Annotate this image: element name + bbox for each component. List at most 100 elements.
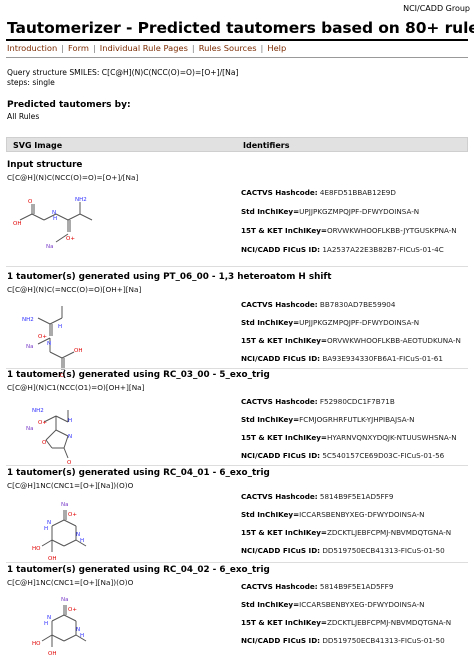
atom-label: Na [61, 502, 69, 508]
block-title: 1 tautomer(s) generated using RC_03_00 -… [7, 370, 270, 380]
ket-inchikey: ORVWKWHOOFLKBB-JYTGUSKPNA-N [326, 226, 457, 235]
ket-inchikey: ORVWKWHOOFLKBB-AEOTUDKUNA-N [326, 336, 461, 345]
atom-label: H [68, 418, 72, 424]
nav-bar: Introduction | Form | Individual Rule Pages |… [7, 43, 286, 53]
id-label: 15T & KET InChIKey= [241, 336, 327, 345]
nav-introduction-link[interactable]: Introduction [7, 43, 57, 53]
id-label: CACTVS Hashcode: [241, 397, 318, 406]
ficus-id: DD519750ECB41313-FICuS-01-50 [322, 546, 445, 555]
atom-label: NH2 [22, 317, 34, 323]
id-label: NCI/CADD FICuS ID: [241, 451, 321, 460]
nav-rule-pages-link[interactable]: Individual Rule Pages [100, 43, 188, 53]
id-label: CACTVS Hashcode: [241, 188, 318, 197]
id-label: NCI/CADD FICuS ID: [241, 354, 321, 363]
atom-label: OH [48, 651, 56, 657]
std-inchikey: UPJJPKGZMPQJPF-DFWYDOINSA-N [299, 318, 420, 327]
atom-label: Na [61, 597, 69, 603]
id-label: NCI/CADD FICuS ID: [241, 546, 321, 555]
atom-label: N [47, 341, 51, 347]
nav-separator: | [92, 43, 96, 53]
std-inchikey: ICCARSBENBYXEG-DFWYDOINSA-N [299, 600, 425, 609]
cactvs-hashcode: 4E8FD51BBAB12E9D [319, 188, 396, 197]
molecule-image: O OH N H NH2 Na O+ [13, 197, 93, 250]
id-label: 15T & KET InChIKey= [241, 226, 327, 235]
ket-inchikey: HYARNVQNXYDQJK-NTUUSWHSNA-N [326, 433, 457, 442]
molecule-image: Na O+ N H N H HO OH [32, 597, 87, 657]
id-label: Std InChIKey= [241, 415, 300, 424]
id-label: NCI/CADD FICuS ID: [241, 636, 321, 645]
atom-label: H [44, 621, 48, 627]
block-divider [6, 465, 468, 466]
cactvs-hashcode: F52980CDC1F7B71B [319, 397, 395, 406]
cactvs-hashcode: 5814B9F5E1AD5FF9 [319, 492, 394, 501]
block-smiles: C[C@H]1NC(CNC1=[O+][Na])(O)O [7, 481, 134, 490]
atom-label: H [53, 216, 57, 222]
page-title: Tautomerizer - Predicted tautomers based… [7, 19, 474, 37]
atom-label: O+ [38, 420, 47, 426]
cactvs-hashcode: 5814B9F5E1AD5FF9 [319, 582, 394, 591]
std-inchikey: ICCARSBENBYXEG-DFWYDOINSA-N [299, 510, 425, 519]
block-smiles: C[C@H](N)C(=NCC(O)=O)[OH+][Na] [7, 285, 142, 294]
ket-inchikey: ZDCKTLJEBFCPMJ-NBVMDQTGNA-N [326, 618, 452, 627]
block-title: 1 tautomer(s) generated using PT_06_00 -… [7, 272, 332, 282]
title-rule [6, 39, 468, 41]
block-title: Input structure [7, 160, 83, 170]
atom-label: N [68, 434, 72, 440]
id-label: NCI/CADD FICuS ID: [241, 245, 321, 254]
query-info: Query structure SMILES: C[C@H](N)C(NCC(O… [7, 68, 238, 88]
atom-label: O+ [38, 334, 47, 340]
atom-label: O [28, 199, 33, 205]
ket-inchikey: ZDCKTLJEBFCPMJ-NBVMDQTGNA-N [326, 528, 452, 537]
atom-label: O+ [68, 512, 77, 518]
id-label: 15T & KET InChIKey= [241, 618, 327, 627]
nav-rules-sources-link[interactable]: Rules Sources [199, 43, 257, 53]
atom-label: H [80, 633, 84, 639]
col-identifiers: Identifiers [243, 141, 290, 150]
nav-help-link[interactable]: Help [267, 43, 286, 53]
predicted-heading: Predicted tautomers by: [7, 100, 131, 110]
atom-label: H [44, 526, 48, 532]
atom-label: H [58, 324, 62, 330]
org-label: NCI/CADD Group [403, 4, 470, 13]
atom-label: HO [32, 546, 41, 552]
atom-label: NH2 [32, 408, 44, 414]
atom-label: OH [74, 348, 82, 354]
nav-separator: | [61, 43, 65, 53]
atom-label: H [80, 538, 84, 544]
ficus-id: 1A2537A22E3B82B7-FICuS-01-4C [322, 245, 444, 254]
nav-separator: | [260, 43, 264, 53]
atom-label: Na [26, 344, 34, 350]
std-inchikey: FCMJOGRHRFUTLK-YJHPIBAJSA-N [299, 415, 415, 424]
atom-label: HO [32, 641, 41, 647]
atom-label: OH [13, 221, 21, 227]
atom-label: O+ [66, 236, 75, 242]
atom-label: Na [26, 426, 34, 432]
ficus-id: DD519750ECB41313-FICuS-01-50 [322, 636, 445, 645]
block-smiles: C[C@H](N)C1(NCC(O1)=O)[OH+][Na] [7, 383, 145, 392]
ficus-id: BA93E934330FB6A1-FICuS-01-61 [322, 354, 443, 363]
atom-label: O [42, 440, 47, 446]
id-label: Std InChIKey= [241, 600, 300, 609]
std-inchikey: UPJJPKGZMPQJPF-DFWYDOINSA-N [299, 207, 420, 216]
block-title: 1 tautomer(s) generated using RC_04_02 -… [7, 565, 270, 575]
cactvs-hashcode: BB7830AD7BE59904 [319, 300, 396, 309]
atom-label: Na [46, 244, 54, 250]
query-steps: steps: single [7, 78, 55, 87]
block-divider [6, 266, 468, 267]
block-title: 1 tautomer(s) generated using RC_04_01 -… [7, 468, 270, 478]
nav-form-link[interactable]: Form [68, 43, 89, 53]
id-label: Std InChIKey= [241, 510, 300, 519]
block-divider [6, 368, 468, 369]
ficus-id: 5C540157CE69D03C-FICuS-01-56 [322, 451, 445, 460]
id-label: CACTVS Hashcode: [241, 582, 318, 591]
id-label: 15T & KET InChIKey= [241, 528, 327, 537]
block-smiles: C[C@H]1NC(CNC1=[O+][Na])(O)O [7, 578, 134, 587]
atom-label: NH2 [75, 197, 87, 203]
id-label: Std InChIKey= [241, 318, 300, 327]
id-label: 15T & KET InChIKey= [241, 433, 327, 442]
block-smiles: C[C@H](N)C(NCC(O)=O)=[O+]/[Na] [7, 173, 139, 182]
col-svg-image: SVG Image [13, 141, 63, 150]
nav-separator: | [191, 43, 195, 53]
id-label: CACTVS Hashcode: [241, 300, 318, 309]
nav-rule [6, 57, 468, 58]
